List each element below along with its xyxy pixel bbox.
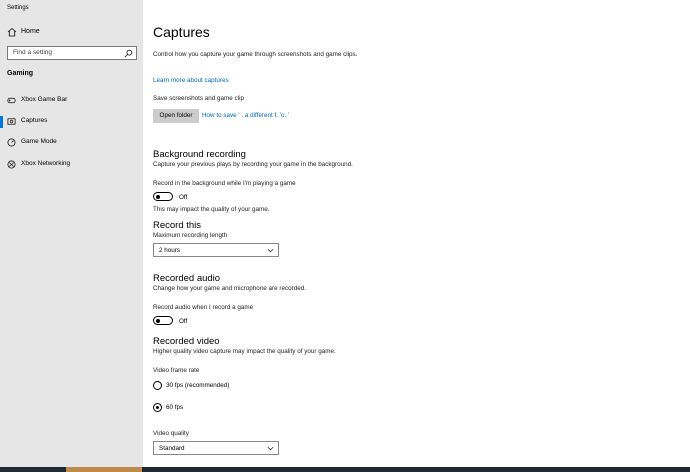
background-recording-toggle-label: Record in the background while I'm playi… (153, 180, 296, 187)
background-recording-toggle-state: Off (179, 194, 188, 201)
xbox-icon (7, 160, 16, 169)
background-recording-note: This may impact the quality of your game… (153, 206, 270, 213)
learn-more-link[interactable]: Learn more about captures (153, 77, 229, 84)
video-quality-label: Video quality (153, 430, 189, 437)
record-audio-toggle-label: Record audio when I record a game (153, 304, 254, 311)
sidebar-item-label: Xbox Networking (21, 160, 71, 167)
nav-home[interactable]: Home (0, 24, 143, 42)
background-recording-description: Capture your previous plays by recording… (153, 161, 353, 168)
sidebar-item-game-mode[interactable]: Game Mode (0, 134, 143, 152)
open-folder-button[interactable]: Open folder (153, 109, 199, 123)
section-heading: Gaming (7, 70, 34, 77)
taskbar (0, 467, 690, 472)
home-label: Home (21, 28, 40, 35)
taskbar-app[interactable] (66, 467, 142, 472)
recorded-video-heading: Recorded video (153, 336, 220, 347)
background-recording-heading: Background recording (153, 149, 246, 160)
frame-rate-label: Video frame rate (153, 367, 200, 374)
recorded-audio-description: Change how your game and microphone are … (153, 285, 306, 292)
record-audio-toggle[interactable] (153, 316, 173, 325)
toggle-knob (156, 194, 160, 199)
recorded-video-description: Higher quality video capture may impact … (153, 348, 336, 355)
radio-60fps-label[interactable]: 60 fps (166, 404, 183, 411)
captures-icon (7, 118, 16, 125)
max-recording-length-dropdown[interactable]: 2 hours (153, 243, 279, 257)
sidebar-item-label: Game Mode (21, 138, 57, 145)
sidebar-item-captures[interactable]: Captures (0, 113, 143, 131)
window-title: Settings (7, 5, 29, 11)
save-location-label: Save screenshots and game clip (153, 95, 245, 102)
sidebar: Settings Home Find a setting Gaming Xbox… (0, 0, 143, 467)
search-input[interactable]: Find a setting (7, 46, 137, 60)
page-title: Captures (153, 24, 210, 40)
sidebar-item-label: Captures (21, 117, 48, 124)
video-quality-dropdown[interactable]: Standard (153, 441, 279, 455)
main-content: Captures Control how you capture your ga… (143, 0, 690, 467)
page-description: Control how you capture your game throug… (153, 51, 358, 58)
chevron-down-icon (267, 446, 274, 451)
sidebar-item-xbox-networking[interactable]: Xbox Networking (0, 156, 143, 174)
chevron-down-icon (267, 248, 274, 253)
home-icon (7, 27, 17, 37)
toggle-knob (156, 318, 160, 323)
how-to-save-link[interactable]: How to save ' . a different f. 'o. ' (202, 112, 289, 119)
sidebar-item-xbox-game-bar[interactable]: Xbox Game Bar (0, 92, 143, 110)
record-audio-toggle-state: Off (179, 318, 188, 325)
radio-30fps-label[interactable]: 30 fps (recommended) (166, 382, 229, 389)
max-recording-length-label: Maximum recording length (153, 232, 228, 239)
background-recording-toggle[interactable] (153, 192, 173, 201)
radio-30fps[interactable] (153, 381, 162, 390)
dropdown-value: 2 hours (159, 247, 181, 254)
radio-60fps[interactable] (153, 403, 162, 412)
sidebar-item-label: Xbox Game Bar (21, 96, 68, 103)
game-mode-icon (7, 138, 16, 147)
record-this-heading: Record this (153, 220, 202, 231)
xbox-game-bar-icon (7, 97, 16, 104)
search-placeholder: Find a setting (13, 49, 53, 56)
dropdown-value: Standard (159, 445, 185, 452)
search-icon[interactable] (124, 49, 133, 58)
recorded-audio-heading: Recorded audio (153, 273, 221, 284)
